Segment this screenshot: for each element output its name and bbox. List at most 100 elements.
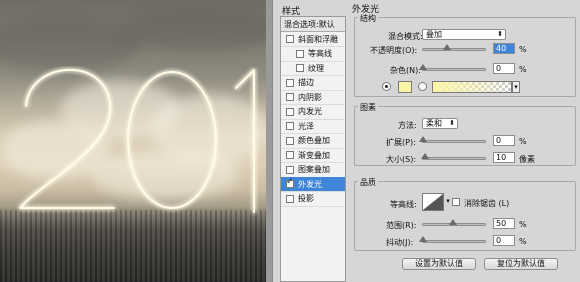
opacity-unit: % — [519, 45, 527, 54]
style-checkbox[interactable] — [296, 64, 304, 72]
technique-value: 柔和 — [426, 119, 442, 128]
style-checkbox[interactable] — [286, 78, 294, 87]
spread-label: 扩展(P): — [386, 138, 416, 147]
blend-mode-value: 叠加 — [426, 30, 442, 39]
opacity-slider[interactable] — [422, 44, 486, 51]
noise-unit: % — [519, 65, 527, 74]
style-item-label: 等高线 — [308, 49, 332, 58]
style-checkbox[interactable] — [286, 93, 294, 101]
slider-thumb[interactable] — [419, 64, 427, 70]
range-input[interactable]: 50 — [493, 218, 515, 229]
styles-panel: 样式 混合选项:默认 斜面和浮雕 等高线 纹理 描边 内阴影 内发光 光泽 颜色叠加 渐变叠加图… — [278, 0, 346, 282]
style-item-label: 内阴影 — [298, 92, 322, 102]
cloud — [120, 10, 272, 50]
style-checkbox[interactable] — [296, 49, 304, 58]
style-item-label: 投影 — [298, 194, 314, 203]
chevron-down-icon: ⬍ — [449, 119, 455, 127]
quality-title: 品质 — [358, 177, 378, 188]
contour-dropdown[interactable]: ▾ — [444, 196, 452, 208]
style-checkbox[interactable] — [286, 122, 294, 130]
document-canvas[interactable] — [0, 0, 272, 282]
blend-mode-select[interactable]: 叠加 ⬍ — [422, 29, 506, 40]
antialias-checkbox[interactable] — [452, 198, 460, 206]
gradient-radio[interactable] — [418, 82, 427, 91]
style-checkbox[interactable] — [286, 165, 294, 174]
blending-options-item[interactable]: 混合选项:默认 — [281, 17, 345, 32]
set-default-button[interactable]: 设置为默认值 — [402, 258, 476, 270]
style-item[interactable]: 纹理 — [281, 61, 345, 76]
antialias-label: 消除锯齿 (L) — [464, 199, 510, 208]
size-input[interactable]: 10 — [493, 152, 515, 163]
slider-thumb[interactable] — [421, 153, 430, 159]
noise-slider[interactable] — [419, 64, 486, 71]
style-checkbox[interactable] — [286, 177, 294, 188]
jitter-slider[interactable] — [419, 236, 486, 243]
style-item-label: 渐变叠加 — [298, 150, 330, 160]
outer-glow-settings: 外发光 结构 混合模式: 叠加 ⬍ 不透明度(O): 40 % 杂色(N): 0… — [350, 0, 580, 282]
elements-title: 图素 — [358, 102, 378, 113]
cloud — [0, 20, 140, 70]
style-item[interactable]: 外发光 — [281, 177, 345, 192]
slider-thumb[interactable] — [419, 136, 427, 142]
style-item[interactable]: 描边 — [281, 76, 345, 91]
contour-curve-icon — [423, 194, 443, 210]
noise-label: 杂色(N): — [390, 66, 421, 75]
style-item-label: 颜色叠加 — [298, 136, 330, 145]
style-item[interactable]: 颜色叠加 — [281, 134, 345, 149]
glow-gradient-preview[interactable] — [432, 81, 512, 93]
size-label: 大小(S): — [386, 155, 417, 164]
jitter-label: 抖动(J): — [386, 238, 414, 247]
contour-label: 等高线: — [390, 200, 417, 209]
reset-default-button[interactable]: 复位为默认值 — [484, 258, 558, 270]
style-item-label: 外发光 — [298, 179, 322, 189]
opacity-label: 不透明度(O): — [370, 46, 418, 55]
range-unit: % — [519, 220, 527, 229]
style-item-label: 图案叠加 — [298, 165, 330, 174]
opacity-input[interactable]: 40 — [493, 43, 515, 54]
style-checkbox[interactable] — [286, 107, 294, 116]
spread-input[interactable]: 0 — [493, 135, 515, 146]
style-item-label: 描边 — [298, 78, 314, 87]
city-skyline — [0, 210, 272, 282]
jitter-input[interactable]: 0 — [493, 235, 515, 246]
style-item[interactable]: 图案叠加 — [281, 163, 345, 178]
glowing-digits — [19, 68, 255, 213]
spread-unit: % — [519, 137, 527, 146]
style-item[interactable]: 投影 — [281, 192, 345, 207]
technique-select[interactable]: 柔和 ⬍ — [422, 118, 458, 129]
style-item[interactable]: 斜面和浮雕 — [281, 32, 345, 47]
style-checkbox[interactable] — [286, 151, 294, 159]
chevron-down-icon: ▾ — [514, 83, 518, 91]
range-label: 范围(R): — [386, 221, 417, 230]
chevron-down-icon: ▾ — [446, 197, 450, 205]
style-item[interactable]: 等高线 — [281, 47, 345, 62]
size-slider[interactable] — [421, 153, 486, 160]
technique-label: 方法: — [398, 121, 417, 130]
blend-mode-label: 混合模式: — [388, 32, 423, 41]
styles-list: 混合选项:默认 斜面和浮雕等高线纹理描边内阴影内发光 光泽颜色叠加渐变叠加图案叠加… — [280, 16, 346, 282]
gradient-dropdown[interactable]: ▾ — [512, 81, 520, 93]
chevron-down-icon: ⬍ — [497, 30, 503, 38]
style-item-label: 光泽 — [298, 121, 314, 131]
style-item[interactable]: 渐变叠加 — [281, 148, 345, 163]
style-item-label: 纹理 — [308, 63, 324, 73]
range-slider[interactable] — [422, 219, 486, 226]
style-checkbox[interactable] — [286, 35, 294, 43]
slider-thumb[interactable] — [443, 44, 451, 50]
glow-color-swatch[interactable] — [398, 81, 412, 93]
style-item-label: 斜面和浮雕 — [298, 34, 338, 44]
style-item[interactable]: 光泽 — [281, 119, 345, 134]
noise-input[interactable]: 0 — [493, 63, 515, 74]
contour-picker[interactable] — [422, 193, 444, 211]
style-checkbox[interactable] — [286, 194, 294, 203]
style-item[interactable]: 内阴影 — [281, 90, 345, 105]
structure-title: 结构 — [358, 13, 378, 24]
spread-slider[interactable] — [419, 136, 486, 143]
style-checkbox[interactable] — [286, 136, 294, 145]
slider-thumb[interactable] — [449, 219, 457, 225]
jitter-unit: % — [519, 237, 527, 246]
style-item[interactable]: 内发光 — [281, 105, 345, 120]
size-unit: 像素 — [519, 155, 535, 164]
slider-thumb[interactable] — [419, 236, 427, 242]
solid-color-radio[interactable] — [382, 82, 391, 91]
